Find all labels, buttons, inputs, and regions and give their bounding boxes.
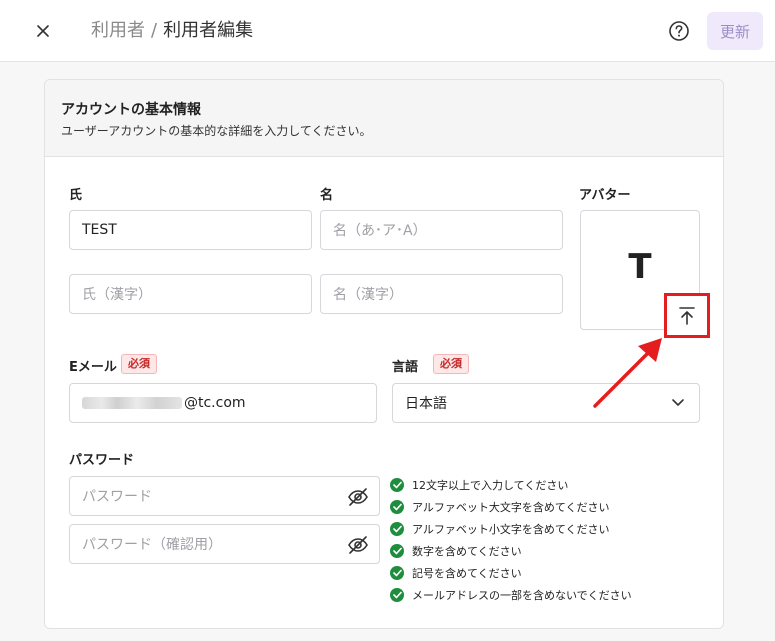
check-circle-icon [390,588,404,602]
language-value: 日本語 [405,396,447,412]
upload-icon [679,306,695,325]
password-rule-text: アルファベット小文字を含めてください [412,523,610,536]
eye-off-icon[interactable] [347,487,369,507]
password-input[interactable]: パスワード [69,476,380,516]
password-rule-text: 数字を含めてください [412,545,522,558]
breadcrumb-separator: / [151,20,158,41]
password-rule-text: 記号を含めてください [412,567,522,580]
check-circle-icon [390,544,404,558]
top-bar: 利用者 / 利用者編集 更新 [0,0,775,62]
email-label: Eメール [69,360,117,375]
password-confirm-input[interactable]: パスワード（確認用） [69,524,380,564]
card-subtitle: ユーザーアカウントの基本的な詳細を入力してください。 [61,124,372,138]
first-name-input[interactable]: 名（あ･ア･A） [320,210,563,250]
check-circle-icon [390,478,404,492]
language-label: 言語 [392,360,419,375]
first-name-placeholder: 名（あ･ア･A） [333,223,427,239]
first-name-kanji-placeholder: 名（漢字） [333,287,403,303]
last-name-value: TEST [82,222,117,238]
email-redacted [82,397,182,409]
password-rule: 12文字以上で入力してください [390,474,632,496]
chevron-down-icon [672,399,684,406]
email-field[interactable]: @tc.com [69,383,377,423]
check-circle-icon [390,500,404,514]
update-button[interactable]: 更新 [707,12,763,50]
password-rule: 記号を含めてください [390,562,632,584]
password-rule: メールアドレスの一部を含めないでください [390,584,632,606]
breadcrumb-parent[interactable]: 利用者 [91,20,145,41]
language-required-badge: 必須 [433,354,469,374]
language-select[interactable]: 日本語 [392,383,700,423]
last-name-kanji-placeholder: 氏（漢字） [82,287,152,303]
last-name-label: 氏 [69,188,83,203]
password-rules: 12文字以上で入力してください アルファベット大文字を含めてください アルファベ… [390,474,632,606]
password-rule-text: 12文字以上で入力してください [412,479,569,492]
breadcrumb: 利用者 / 利用者編集 [91,18,253,44]
eye-off-icon[interactable] [347,535,369,555]
password-rule-text: メールアドレスの一部を含めないでください [412,589,632,602]
password-label: パスワード [69,453,135,468]
card-header: アカウントの基本情報 ユーザーアカウントの基本的な詳細を入力してください。 [45,80,723,157]
password-placeholder: パスワード [82,489,152,505]
card-title: アカウントの基本情報 [61,102,201,118]
help-icon [669,21,689,41]
password-rule: アルファベット大文字を含めてください [390,496,632,518]
check-circle-icon [390,566,404,580]
avatar-initial: T [628,247,652,287]
avatar-label: アバター [579,188,631,203]
close-button[interactable] [28,16,58,46]
last-name-input[interactable]: TEST [69,210,312,250]
first-name-kanji-input[interactable]: 名（漢字） [320,274,563,314]
avatar-upload-button[interactable] [664,293,710,338]
page-title: 利用者編集 [163,20,254,41]
account-basic-info-card: アカウントの基本情報 ユーザーアカウントの基本的な詳細を入力してください。 氏 … [44,79,724,629]
last-name-kanji-input[interactable]: 氏（漢字） [69,274,312,314]
check-circle-icon [390,522,404,536]
password-rule: 数字を含めてください [390,540,632,562]
password-confirm-placeholder: パスワード（確認用） [82,537,222,553]
first-name-label: 名 [320,188,334,203]
email-required-badge: 必須 [121,354,157,374]
email-domain: @tc.com [184,395,246,411]
help-button[interactable] [666,18,692,44]
avatar[interactable]: T [580,210,710,338]
password-rule: アルファベット小文字を含めてください [390,518,632,540]
close-icon [37,25,49,37]
password-rule-text: アルファベット大文字を含めてください [412,501,610,514]
